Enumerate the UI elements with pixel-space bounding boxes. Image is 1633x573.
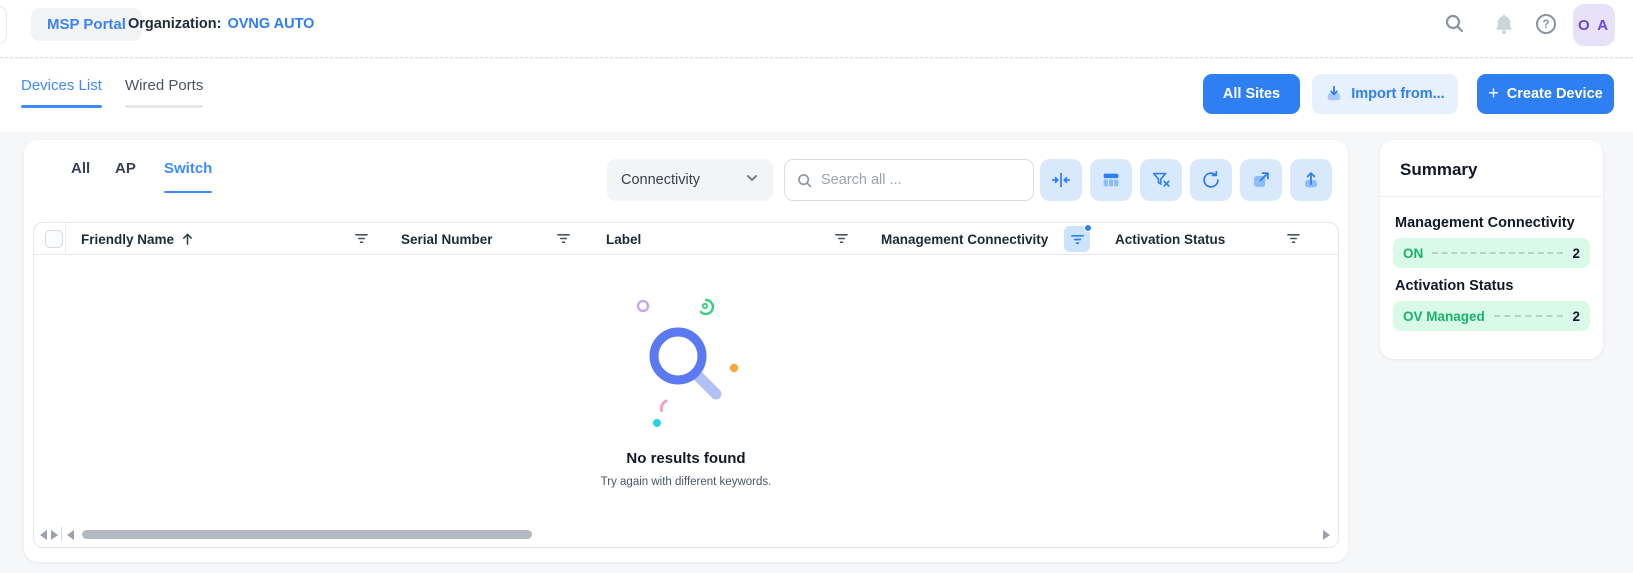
column-label-label: Label	[606, 232, 641, 247]
column-label: Label	[606, 223, 641, 255]
device-tab-ap-label: AP	[115, 160, 136, 177]
select-all-checkbox[interactable]	[45, 230, 63, 248]
summary-body: Management Connectivity ON 2 Activation …	[1380, 197, 1603, 331]
tab-active-underline	[21, 105, 102, 108]
organization-label-group: Organization: OVNG AUTO	[128, 16, 314, 32]
summary-row-on-name: ON	[1403, 246, 1423, 261]
table-columns-icon[interactable]	[1090, 159, 1132, 201]
open-in-new-icon[interactable]	[1240, 159, 1282, 201]
tab-wired-ports-label: Wired Ports	[125, 77, 203, 94]
tab-devices-list-label: Devices List	[21, 77, 102, 94]
column-activation-status-label: Activation Status	[1115, 232, 1225, 247]
search-icon[interactable]	[1443, 12, 1467, 36]
scroll-left-icon[interactable]	[40, 530, 47, 540]
tab-devices-list[interactable]: Devices List	[21, 77, 102, 108]
plus-icon: +	[1488, 83, 1499, 104]
search-input-icon	[796, 172, 813, 189]
scroll-track-right-icon[interactable]	[1323, 530, 1330, 540]
filter-icon-serial-number[interactable]	[554, 230, 573, 247]
collapse-columns-icon[interactable]	[1040, 159, 1082, 201]
column-separator	[65, 223, 66, 255]
filter-icon-activation-status[interactable]	[1284, 230, 1303, 247]
refresh-icon[interactable]	[1190, 159, 1232, 201]
devices-table: Friendly Name Serial Number Label	[33, 222, 1339, 548]
search-input[interactable]	[821, 172, 1022, 188]
import-from-label: Import from...	[1351, 86, 1444, 102]
top-header: MSP Portal Organization: OVNG AUTO ? O A	[0, 0, 1633, 58]
scrollbar-thumb[interactable]	[82, 530, 532, 539]
summary-row-on[interactable]: ON 2	[1393, 238, 1590, 268]
msp-portal-button[interactable]: MSP Portal	[31, 8, 142, 41]
table-header-row: Friendly Name Serial Number Label	[34, 223, 1338, 255]
column-activation-status: Activation Status	[1115, 223, 1225, 255]
device-tab-ap[interactable]: AP	[115, 160, 136, 193]
create-device-button[interactable]: + Create Device	[1477, 74, 1614, 114]
search-field	[784, 159, 1034, 201]
organization-label: Organization:	[128, 16, 221, 32]
sidebar-edge-handle[interactable]	[0, 6, 7, 44]
export-up-icon[interactable]	[1290, 159, 1332, 201]
empty-state-title: No results found	[626, 450, 745, 467]
import-from-button[interactable]: Import from...	[1312, 74, 1458, 114]
scroll-track-left-icon[interactable]	[67, 530, 74, 540]
dotted-leader	[1432, 252, 1563, 254]
device-tab-switch[interactable]: Switch	[164, 160, 212, 193]
column-serial-number-label: Serial Number	[401, 232, 493, 247]
nav-bar: Devices List Wired Ports All Sites Impor…	[0, 59, 1633, 132]
sort-asc-icon[interactable]	[181, 232, 194, 246]
tab-wired-ports[interactable]: Wired Ports	[125, 77, 203, 108]
filter-icon-friendly-name[interactable]	[352, 230, 371, 247]
summary-title: Summary	[1380, 140, 1603, 197]
scroll-right-icon[interactable]	[51, 530, 58, 540]
clear-filter-icon[interactable]	[1140, 159, 1182, 201]
summary-row-ov-managed-count: 2	[1572, 309, 1580, 324]
all-sites-button[interactable]: All Sites	[1203, 74, 1300, 114]
column-friendly-name-label: Friendly Name	[81, 232, 174, 247]
device-tab-switch-label: Switch	[164, 160, 212, 177]
filter-active-dot	[1084, 224, 1092, 232]
empty-state-subtitle: Try again with different keywords.	[601, 476, 772, 488]
filter-icon-label[interactable]	[832, 230, 851, 247]
tab-inactive-underline	[125, 105, 203, 108]
table-toolbar	[1040, 159, 1332, 201]
scrollbar-divider	[61, 527, 62, 541]
column-management-connectivity-label: Management Connectivity	[881, 232, 1048, 247]
category-select-value: Connectivity	[621, 172, 700, 188]
summary-panel: Summary Management Connectivity ON 2 Act…	[1380, 140, 1603, 359]
column-friendly-name: Friendly Name	[81, 223, 194, 255]
device-tab-all-label: All	[71, 160, 90, 177]
help-icon[interactable]: ?	[1534, 12, 1558, 36]
device-tab-active-underline	[164, 191, 212, 193]
bell-icon[interactable]	[1492, 12, 1516, 36]
column-management-connectivity: Management Connectivity	[881, 223, 1048, 255]
summary-section-management-connectivity: Management Connectivity	[1395, 215, 1588, 231]
category-select[interactable]: Connectivity	[607, 159, 773, 201]
horizontal-scrollbar	[34, 526, 1338, 542]
dotted-leader	[1494, 315, 1564, 317]
summary-row-ov-managed-name: OV Managed	[1403, 309, 1485, 324]
chevron-down-icon	[745, 171, 759, 189]
import-icon	[1325, 85, 1343, 103]
summary-row-ov-managed[interactable]: OV Managed 2	[1393, 301, 1590, 331]
no-results-illustration	[606, 283, 766, 438]
device-tab-all[interactable]: All	[71, 160, 90, 193]
svg-text:?: ?	[1542, 19, 1549, 31]
summary-section-activation-status: Activation Status	[1395, 278, 1588, 294]
organization-value[interactable]: OVNG AUTO	[227, 16, 314, 32]
avatar[interactable]: O A	[1573, 4, 1615, 46]
devices-panel: All AP Switch Connectivity	[24, 140, 1348, 562]
summary-row-on-count: 2	[1572, 246, 1580, 261]
filter-icon-management-connectivity-active[interactable]	[1064, 226, 1090, 252]
create-device-label: Create Device	[1507, 86, 1603, 102]
column-serial-number: Serial Number	[401, 223, 493, 255]
empty-state: No results found Try again with differen…	[34, 283, 1338, 488]
